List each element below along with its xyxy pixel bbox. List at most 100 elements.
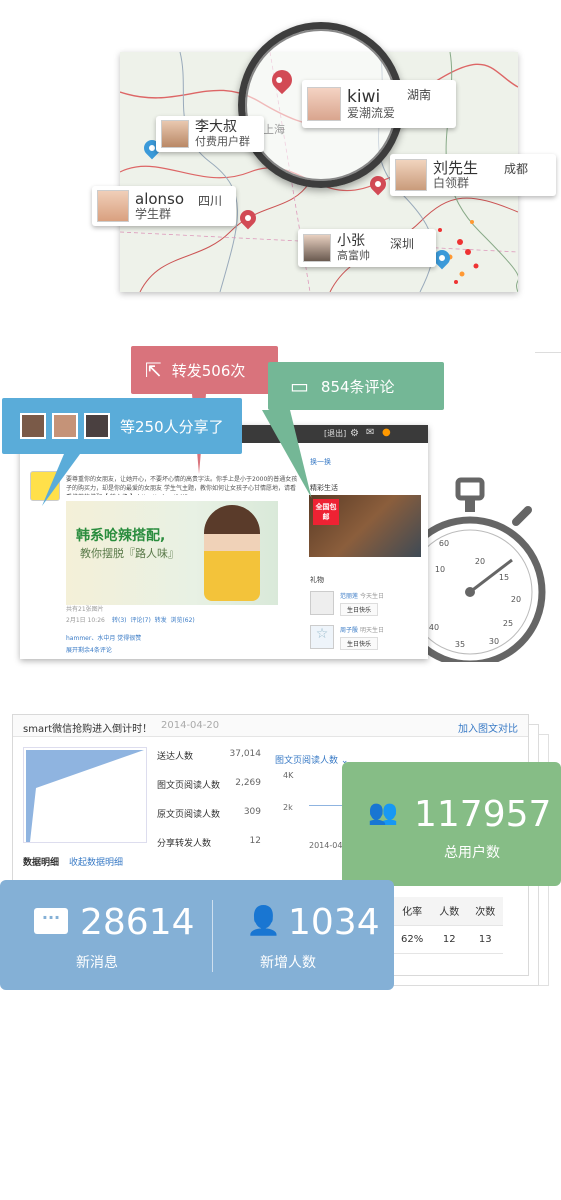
column-header: 化率: [393, 897, 432, 926]
user-group: 白领群: [433, 176, 470, 190]
user-city: 四川: [198, 194, 223, 208]
user-tag-kiwi[interactable]: kiwi 爱潮流爱 湖南: [302, 80, 456, 128]
post-headline: 韩系呛辣搭配,: [76, 528, 166, 544]
gift-user: 范丽莲 今天生日: [340, 593, 384, 600]
compare-link[interactable]: 加入图文对比: [458, 720, 518, 735]
girl-illustration: [204, 505, 260, 601]
forward-count-bubble: ⇱ 转发506次: [131, 346, 278, 394]
user-group: 学生群: [135, 207, 172, 221]
axis-date: 2014-04: [309, 841, 343, 850]
panel-date: 2014-04-20: [161, 720, 220, 731]
svg-text:35: 35: [455, 640, 465, 649]
post-likes: hammer、水中月 觉得很赞: [66, 635, 142, 642]
gift-user: 周子殷 明天生日: [340, 627, 384, 634]
divider: [535, 352, 561, 353]
post-meta: 共有21张图片: [66, 606, 104, 613]
avatar: [395, 159, 427, 191]
avatar: [97, 190, 129, 222]
promo-image[interactable]: 全国包邮: [309, 495, 421, 557]
svg-text:15: 15: [499, 573, 509, 582]
avatar: [84, 413, 110, 439]
table-row: 62% 12 13: [393, 925, 504, 954]
logout-link[interactable]: [退出]: [324, 428, 346, 439]
post-image[interactable]: 韩系呛辣搭配, 教你摆脱『路人味』: [66, 501, 278, 605]
user-group: 高富帅: [337, 249, 370, 262]
axis-tick: 2k: [283, 803, 293, 812]
svg-text:60: 60: [439, 539, 449, 548]
birthday-button[interactable]: 生日快乐: [340, 603, 379, 616]
axis-tick: 4K: [283, 771, 294, 780]
user-city: 深圳: [390, 237, 415, 251]
weibo-post-screenshot: [退出] ⚙ ✉ ● 要尊重你的女朋友，让她开心，不要坏心情的高贵字法。你手上是…: [20, 425, 428, 659]
new-users-label: 新增人数: [260, 955, 316, 971]
user-icon: 👤: [246, 904, 281, 937]
user-group: 付费用户群: [195, 135, 250, 148]
user-tag-liu[interactable]: 刘先生 白领群 成都: [390, 154, 556, 196]
funnel-row: 原文页阅读人数 309: [157, 807, 261, 820]
user-tag-alonso[interactable]: alonso 学生群 四川: [92, 186, 236, 226]
forward-count: 转发506次: [171, 361, 246, 380]
collapse-detail-link[interactable]: 收起数据明细: [69, 855, 123, 868]
panel-title: smart微信抢购进入倒计时！: [23, 724, 153, 735]
svg-text:20: 20: [511, 595, 521, 604]
user-name: alonso: [135, 190, 185, 208]
total-users-card: 👥 117957 总用户数: [342, 762, 561, 886]
avatar: [307, 87, 341, 121]
column-header: 人数: [431, 897, 468, 926]
user-tag-li[interactable]: 李大叔 付费用户群: [156, 116, 264, 152]
funnel-row: 送达人数 37,014: [157, 749, 261, 762]
user-group: 爱潮流爱: [347, 106, 396, 120]
svg-text:25: 25: [503, 619, 513, 628]
user-tag-zhang[interactable]: 小张 高富帅 深圳: [298, 229, 436, 267]
new-users-value: 1034: [288, 902, 380, 943]
avatar: [52, 413, 78, 439]
share-count-bubble: 等250人分享了: [2, 398, 242, 454]
mail-icon[interactable]: ✉: [366, 427, 374, 438]
comment-count: 854条评论: [320, 377, 395, 396]
comment-icon: ▭: [290, 374, 309, 398]
funnel-row: 图文页阅读人数 2,269: [157, 778, 261, 791]
gift-avatar[interactable]: [310, 591, 334, 615]
post-actions[interactable]: 转(3) 评论(7) 转发 浏览(62): [112, 615, 195, 624]
post-time: 2月1日 10:26: [66, 617, 105, 624]
avatar: [303, 234, 331, 262]
detail-table: 化率 人数 次数 62% 12 13: [393, 897, 504, 954]
svg-text:10: 10: [435, 565, 445, 574]
divider: [212, 900, 213, 972]
total-users-label: 总用户数: [444, 845, 500, 861]
notify-icon[interactable]: ●: [382, 427, 391, 438]
detail-label: 数据明细: [23, 858, 60, 868]
svg-text:30: 30: [489, 637, 499, 646]
funnel-list: 送达人数 37,014 图文页阅读人数 2,269 原文页阅读人数 309 分享转发人…: [157, 749, 261, 856]
promo-badge: 全国包邮: [313, 499, 339, 525]
chat-icon: ···: [34, 908, 68, 934]
user-city: 湖南: [407, 88, 432, 102]
gift-avatar[interactable]: ☆: [310, 625, 334, 649]
avatar: [161, 120, 189, 148]
funnel-row: 分享转发人数 12: [157, 836, 261, 849]
post-text: 要尊重你的女朋友，让她开心，不要坏心情的高贵字法。你手上是小于2000的普通女孩…: [66, 476, 298, 495]
expand-comments-link[interactable]: 展开剩余4条评论: [66, 645, 112, 654]
user-name: 李大叔: [195, 119, 237, 135]
svg-text:20: 20: [475, 557, 485, 566]
funnel-shape: [26, 750, 144, 842]
refresh-link[interactable]: 换一换: [310, 457, 331, 467]
total-users-value: 117957: [414, 794, 552, 835]
column-header: 次数: [467, 897, 504, 926]
users-group-icon: 👥: [368, 798, 398, 826]
forward-icon: ⇱: [145, 358, 162, 382]
user-name: kiwi: [347, 87, 381, 107]
messages-users-card: ··· 28614 新消息 👤 1034 新增人数: [0, 880, 394, 990]
settings-icon[interactable]: ⚙: [350, 428, 359, 439]
comment-count-bubble: ▭ 854条评论: [268, 362, 444, 410]
panel-header: smart微信抢购进入倒计时！ 2014-04-20 加入图文对比: [13, 715, 528, 737]
birthday-button[interactable]: 生日快乐: [340, 637, 379, 650]
line-chart-icon: [309, 805, 343, 806]
user-city: 成都: [504, 162, 529, 176]
stopwatch-icon: 60​ 1020 1520 2530 3540: [420, 477, 546, 662]
new-messages-value: 28614: [80, 902, 195, 943]
avatar: [20, 413, 46, 439]
user-name: 小张: [337, 233, 365, 249]
chart-select[interactable]: 图文页阅读人数 ⌄: [275, 753, 348, 766]
new-messages-label: 新消息: [76, 955, 118, 971]
